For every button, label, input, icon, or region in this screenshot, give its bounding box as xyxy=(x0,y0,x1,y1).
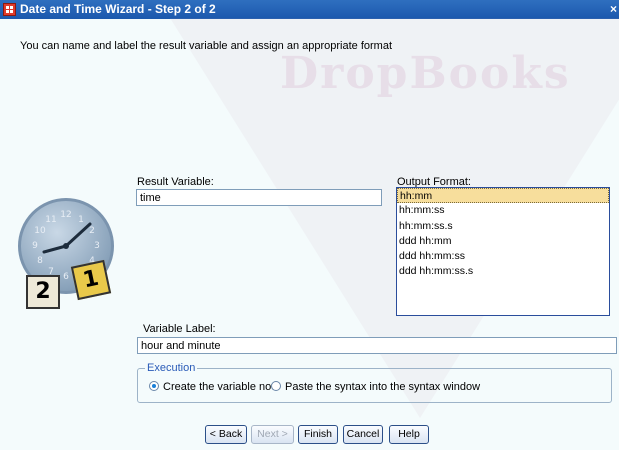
back-button[interactable]: < Back xyxy=(205,425,247,444)
result-variable-label: Result Variable: xyxy=(137,176,214,188)
clock-num-3: 3 xyxy=(94,241,100,251)
clock-num-2: 2 xyxy=(89,226,95,236)
watermark-text: DropBooks xyxy=(280,48,571,99)
window-title: Date and Time Wizard - Step 2 of 2 xyxy=(20,2,216,16)
close-icon[interactable]: × xyxy=(610,2,617,16)
output-format-option[interactable]: hh:mm:ss xyxy=(397,203,609,218)
finish-button[interactable]: Finish xyxy=(298,425,338,444)
output-format-option[interactable]: ddd hh:mm:ss xyxy=(397,249,609,264)
output-format-option[interactable]: ddd hh:mm:ss.s xyxy=(397,264,609,279)
output-format-option[interactable]: hh:mm xyxy=(397,188,609,204)
next-button[interactable]: Next > xyxy=(251,425,294,444)
paste-syntax-radio[interactable] xyxy=(271,381,281,391)
output-format-option[interactable]: hh:mm:ss.s xyxy=(397,219,609,234)
app-grid-icon xyxy=(3,3,16,16)
clock-num-8: 8 xyxy=(37,256,43,266)
create-variable-option-label[interactable]: Create the variable now xyxy=(163,381,279,393)
calendar-page-left-icon: 2 xyxy=(26,275,60,309)
output-format-option[interactable]: ddd hh:mm xyxy=(397,234,609,249)
result-variable-input[interactable]: time xyxy=(136,189,382,206)
execution-legend: Execution xyxy=(145,362,198,374)
variable-label-caption: Variable Label: xyxy=(143,323,216,335)
help-button[interactable]: Help xyxy=(389,425,429,444)
intro-text: You can name and label the result variab… xyxy=(20,40,393,52)
cancel-button[interactable]: Cancel xyxy=(343,425,383,444)
title-bar[interactable]: Date and Time Wizard - Step 2 of 2 × xyxy=(0,0,619,19)
calendar-page-right-icon: 1 xyxy=(70,259,112,301)
clock-num-10: 10 xyxy=(34,226,46,236)
clock-num-11: 11 xyxy=(45,215,56,225)
clock-num-12: 12 xyxy=(60,210,71,220)
clock-num-1: 1 xyxy=(78,215,84,225)
clock-num-6: 6 xyxy=(63,272,69,282)
variable-label-input[interactable]: hour and minute xyxy=(137,337,617,354)
clock-num-9: 9 xyxy=(32,241,38,251)
paste-syntax-option-label[interactable]: Paste the syntax into the syntax window xyxy=(285,381,480,393)
create-variable-radio[interactable] xyxy=(149,381,159,391)
output-format-listbox[interactable]: hh:mm hh:mm:ss hh:mm:ss.s ddd hh:mm ddd … xyxy=(396,187,610,316)
wizard-window: Date and Time Wizard - Step 2 of 2 × Dro… xyxy=(0,0,619,450)
